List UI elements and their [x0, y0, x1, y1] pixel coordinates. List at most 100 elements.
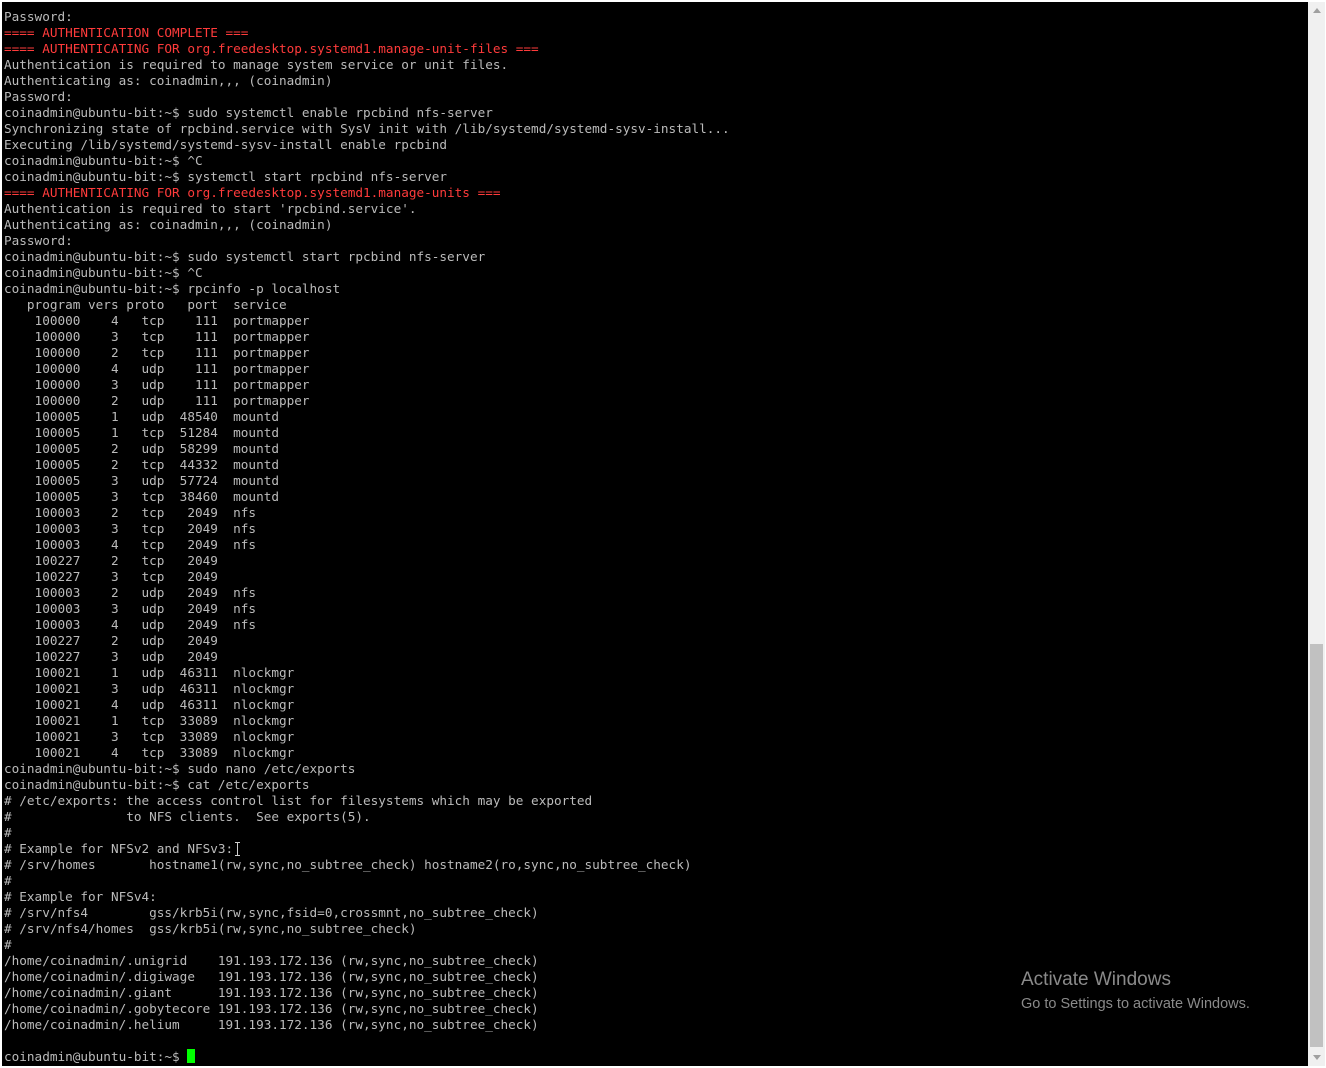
- terminal-line-text: 100003 3 tcp 2049 nfs: [4, 521, 257, 536]
- terminal-line: coinadmin@ubuntu-bit:~$ ^C: [4, 265, 730, 281]
- watermark-subtitle: Go to Settings to activate Windows.: [1021, 996, 1250, 1012]
- terminal-line-text: 100021 3 tcp 33089 nlockmgr: [4, 729, 295, 744]
- terminal-line-text: 100021 1 udp 46311 nlockmgr: [4, 665, 295, 680]
- terminal-line: 100000 3 udp 111 portmapper: [4, 377, 730, 393]
- terminal-line-text: 100000 3 udp 111 portmapper: [4, 377, 310, 392]
- terminal-line-text: 100227 3 udp 2049: [4, 649, 218, 664]
- terminal-line: coinadmin@ubuntu-bit:~$ rpcinfo -p local…: [4, 281, 730, 297]
- terminal-line: 100000 2 udp 111 portmapper: [4, 393, 730, 409]
- terminal-line-text: # /srv/homes hostname1(rw,sync,no_subtre…: [4, 857, 692, 872]
- terminal-line: 100003 3 udp 2049 nfs: [4, 601, 730, 617]
- terminal-line: 100227 3 udp 2049: [4, 649, 730, 665]
- terminal-line-text: coinadmin@ubuntu-bit:~$ sudo nano /etc/e…: [4, 761, 356, 776]
- terminal-line-text: coinadmin@ubuntu-bit:~$ sudo systemctl e…: [4, 105, 493, 120]
- terminal-line-text: 100021 3 udp 46311 nlockmgr: [4, 681, 295, 696]
- terminal-line: 100000 4 tcp 111 portmapper: [4, 313, 730, 329]
- terminal-line: #: [4, 825, 730, 841]
- terminal-line: # /srv/nfs4 gss/krb5i(rw,sync,fsid=0,cro…: [4, 905, 730, 921]
- terminal-prompt-line: coinadmin@ubuntu-bit:~$: [4, 1049, 730, 1065]
- terminal-line-text: #: [4, 937, 12, 952]
- terminal-line-text: Authentication is required to manage sys…: [4, 57, 509, 72]
- terminal-line: 100003 2 udp 2049 nfs: [4, 585, 730, 601]
- terminal-line-text: 100021 1 tcp 33089 nlockmgr: [4, 713, 295, 728]
- terminal-line: Password:: [4, 233, 730, 249]
- arrow-down-icon: [1312, 1055, 1321, 1060]
- terminal-line-text: Password:: [4, 89, 73, 104]
- terminal-line-text: 100000 4 tcp 111 portmapper: [4, 313, 310, 328]
- terminal-line-text: 100227 3 tcp 2049: [4, 569, 218, 584]
- terminal-line-text: 100003 2 tcp 2049 nfs: [4, 505, 257, 520]
- terminal-line: program vers proto port service: [4, 297, 730, 313]
- terminal-line: 100021 1 udp 46311 nlockmgr: [4, 665, 730, 681]
- scroll-up-button[interactable]: [1308, 2, 1325, 19]
- terminal-line: 100227 2 tcp 2049: [4, 553, 730, 569]
- terminal-line-text: /home/coinadmin/.gobytecore 191.193.172.…: [4, 1001, 539, 1016]
- terminal-line: 100000 3 tcp 111 portmapper: [4, 329, 730, 345]
- text-cursor-ibeam-icon: [235, 842, 241, 856]
- terminal-line-text: coinadmin@ubuntu-bit:~$ systemctl start …: [4, 169, 448, 184]
- terminal-line: coinadmin@ubuntu-bit:~$ sudo nano /etc/e…: [4, 761, 730, 777]
- terminal-line-text: coinadmin@ubuntu-bit:~$: [4, 1049, 188, 1064]
- terminal-line: # /srv/homes hostname1(rw,sync,no_subtre…: [4, 857, 730, 873]
- terminal-window[interactable]: Password: ==== AUTHENTICATION COMPLETE ==…: [2, 2, 1308, 1066]
- terminal-line-text: Password:: [4, 233, 73, 248]
- terminal-line: Authenticating as: coinadmin,,, (coinadm…: [4, 73, 730, 89]
- activate-windows-watermark: Activate Windows Go to Settings to activ…: [1021, 968, 1250, 1014]
- terminal-line: coinadmin@ubuntu-bit:~$ sudo systemctl s…: [4, 249, 730, 265]
- watermark-title: Activate Windows: [1021, 969, 1171, 990]
- terminal-line: coinadmin@ubuntu-bit:~$ ^C: [4, 153, 730, 169]
- terminal-output: Password: ==== AUTHENTICATION COMPLETE ==…: [4, 9, 730, 1065]
- terminal-line-text: Executing /lib/systemd/systemd-sysv-inst…: [4, 137, 448, 152]
- vertical-scrollbar[interactable]: [1308, 2, 1325, 1066]
- terminal-line-text: 100005 3 tcp 38460 mountd: [4, 489, 279, 504]
- terminal-line: 100005 2 udp 58299 mountd: [4, 441, 730, 457]
- terminal-line: 100003 4 udp 2049 nfs: [4, 617, 730, 633]
- terminal-line-text: ==== AUTHENTICATING FOR org.freedesktop.…: [4, 41, 539, 56]
- terminal-line-text: 100005 1 tcp 51284 mountd: [4, 425, 279, 440]
- terminal-line-text: 100003 2 udp 2049 nfs: [4, 585, 257, 600]
- terminal-line: Synchronizing state of rpcbind.service w…: [4, 121, 730, 137]
- terminal-line-text: 100227 2 udp 2049: [4, 633, 218, 648]
- terminal-line-text: 100021 4 tcp 33089 nlockmgr: [4, 745, 295, 760]
- terminal-line: Executing /lib/systemd/systemd-sysv-inst…: [4, 137, 730, 153]
- terminal-line: 100021 3 tcp 33089 nlockmgr: [4, 729, 730, 745]
- terminal-line: 100227 3 tcp 2049: [4, 569, 730, 585]
- terminal-line-text: Authenticating as: coinadmin,,, (coinadm…: [4, 73, 333, 88]
- terminal-line-text: /home/coinadmin/.giant 191.193.172.136 (…: [4, 985, 539, 1000]
- terminal-line-text: #: [4, 825, 12, 840]
- terminal-line-text: coinadmin@ubuntu-bit:~$ cat /etc/exports: [4, 777, 310, 792]
- terminal-line-text: ==== AUTHENTICATING FOR org.freedesktop.…: [4, 185, 501, 200]
- terminal-line: /home/coinadmin/.helium 191.193.172.136 …: [4, 1017, 730, 1033]
- terminal-cursor[interactable]: [187, 1049, 196, 1063]
- terminal-line: 100021 1 tcp 33089 nlockmgr: [4, 713, 730, 729]
- terminal-line-text: /home/coinadmin/.unigrid 191.193.172.136…: [4, 953, 539, 968]
- terminal-line-text: ==== AUTHENTICATION COMPLETE ===: [4, 25, 249, 40]
- terminal-line-text: # Example for NFSv4:: [4, 889, 157, 904]
- terminal-line-text: coinadmin@ubuntu-bit:~$ ^C: [4, 153, 203, 168]
- terminal-line: Authentication is required to manage sys…: [4, 57, 730, 73]
- terminal-line-text: # /srv/nfs4 gss/krb5i(rw,sync,fsid=0,cro…: [4, 905, 539, 920]
- terminal-line-text: 100000 2 udp 111 portmapper: [4, 393, 310, 408]
- terminal-line: 100021 4 tcp 33089 nlockmgr: [4, 745, 730, 761]
- terminal-line: #: [4, 873, 730, 889]
- terminal-line-text: 100003 3 udp 2049 nfs: [4, 601, 257, 616]
- terminal-line-text: 100000 3 tcp 111 portmapper: [4, 329, 310, 344]
- terminal-line: # Example for NFSv4:: [4, 889, 730, 905]
- terminal-line-text: coinadmin@ubuntu-bit:~$ rpcinfo -p local…: [4, 281, 341, 296]
- terminal-line-text: Authenticating as: coinadmin,,, (coinadm…: [4, 217, 333, 232]
- terminal-line: # /srv/nfs4/homes gss/krb5i(rw,sync,no_s…: [4, 921, 730, 937]
- terminal-line: Password:: [4, 89, 730, 105]
- scroll-down-button[interactable]: [1308, 1049, 1325, 1066]
- terminal-line-text: 100005 3 udp 57724 mountd: [4, 473, 279, 488]
- terminal-line: /home/coinadmin/.gobytecore 191.193.172.…: [4, 1001, 730, 1017]
- terminal-line: /home/coinadmin/.giant 191.193.172.136 (…: [4, 985, 730, 1001]
- scroll-thumb[interactable]: [1310, 644, 1323, 1047]
- terminal-line: #: [4, 937, 730, 953]
- terminal-line-text: 100000 2 tcp 111 portmapper: [4, 345, 310, 360]
- terminal-line-text: Password:: [4, 9, 73, 24]
- terminal-line: ==== AUTHENTICATING FOR org.freedesktop.…: [4, 185, 730, 201]
- terminal-line-text: Authentication is required to start 'rpc…: [4, 201, 417, 216]
- terminal-line: 100005 3 udp 57724 mountd: [4, 473, 730, 489]
- terminal-line-text: #: [4, 873, 12, 888]
- terminal-line: coinadmin@ubuntu-bit:~$ cat /etc/exports: [4, 777, 730, 793]
